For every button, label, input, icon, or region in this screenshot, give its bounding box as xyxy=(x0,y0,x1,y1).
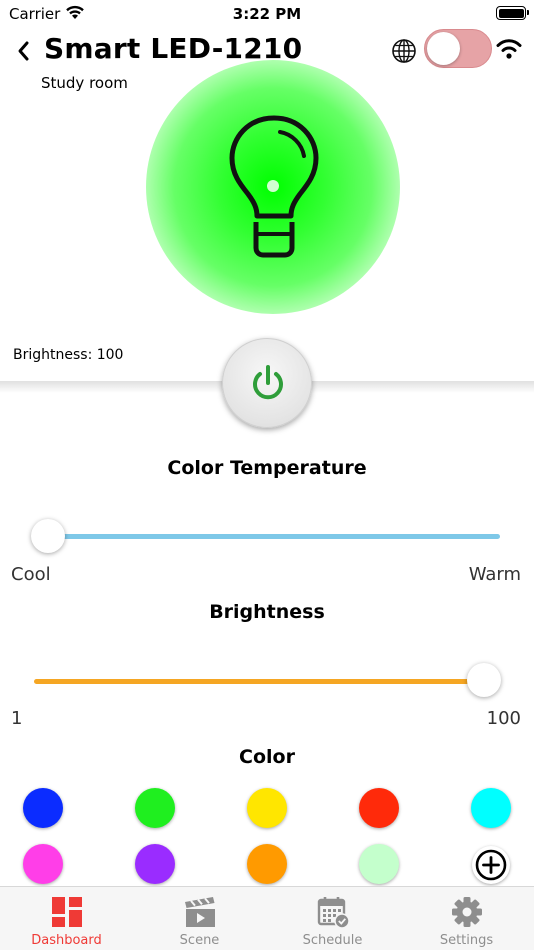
power-button[interactable] xyxy=(222,338,312,428)
brightness-max-label: 100 xyxy=(486,708,521,729)
dashboard-icon xyxy=(51,897,82,927)
color-swatch[interactable] xyxy=(23,844,63,884)
color-swatch[interactable] xyxy=(23,788,63,828)
tab-scene[interactable]: Scene xyxy=(133,887,266,950)
brightness-slider-track[interactable] xyxy=(34,679,484,684)
warm-label: Warm xyxy=(468,564,521,585)
color-swatch[interactable] xyxy=(471,788,511,828)
add-color-button[interactable] xyxy=(472,846,510,884)
tab-dashboard[interactable]: Dashboard xyxy=(0,887,133,950)
brightness-slider-thumb[interactable] xyxy=(467,663,501,697)
clapperboard-icon xyxy=(184,897,215,927)
battery-icon xyxy=(496,6,529,20)
calendar-icon xyxy=(317,897,350,929)
status-bar: Carrier 3:22 PM xyxy=(0,0,534,28)
color-swatch[interactable] xyxy=(359,788,399,828)
room-label: Study room xyxy=(41,74,128,92)
brightness-readout: Brightness: 100 xyxy=(13,347,124,363)
color-swatch[interactable] xyxy=(247,788,287,828)
brightness-heading: Brightness xyxy=(209,601,325,623)
gear-icon xyxy=(451,897,482,927)
tab-label-settings: Settings xyxy=(439,933,494,948)
device-power-toggle[interactable] xyxy=(424,29,492,68)
globe-icon[interactable] xyxy=(391,38,417,64)
tab-bar: Dashboard Scene Schedule Settings xyxy=(0,886,534,950)
cool-label: Cool xyxy=(11,564,51,585)
tab-label-schedule: Schedule xyxy=(302,933,363,948)
tab-label-scene: Scene xyxy=(179,933,220,948)
tab-label-dashboard: Dashboard xyxy=(31,933,102,948)
color-swatch[interactable] xyxy=(135,844,175,884)
back-button[interactable] xyxy=(12,36,36,66)
color-swatch[interactable] xyxy=(135,788,175,828)
color-temperature-heading: Color Temperature xyxy=(167,457,367,479)
color-temperature-slider-thumb[interactable] xyxy=(31,519,65,553)
color-swatch[interactable] xyxy=(247,844,287,884)
power-icon xyxy=(253,365,283,400)
color-temperature-slider-track[interactable] xyxy=(48,534,500,539)
tab-settings[interactable]: Settings xyxy=(400,887,533,950)
color-heading: Color xyxy=(239,746,295,768)
clock: 3:22 PM xyxy=(232,5,302,23)
toggle-knob xyxy=(427,32,460,65)
tab-schedule[interactable]: Schedule xyxy=(266,887,399,950)
brightness-min-label: 1 xyxy=(11,708,23,729)
plus-circle-icon xyxy=(475,849,507,881)
color-swatch[interactable] xyxy=(359,844,399,884)
light-bulb-icon xyxy=(229,115,319,258)
wifi-icon xyxy=(496,39,522,59)
